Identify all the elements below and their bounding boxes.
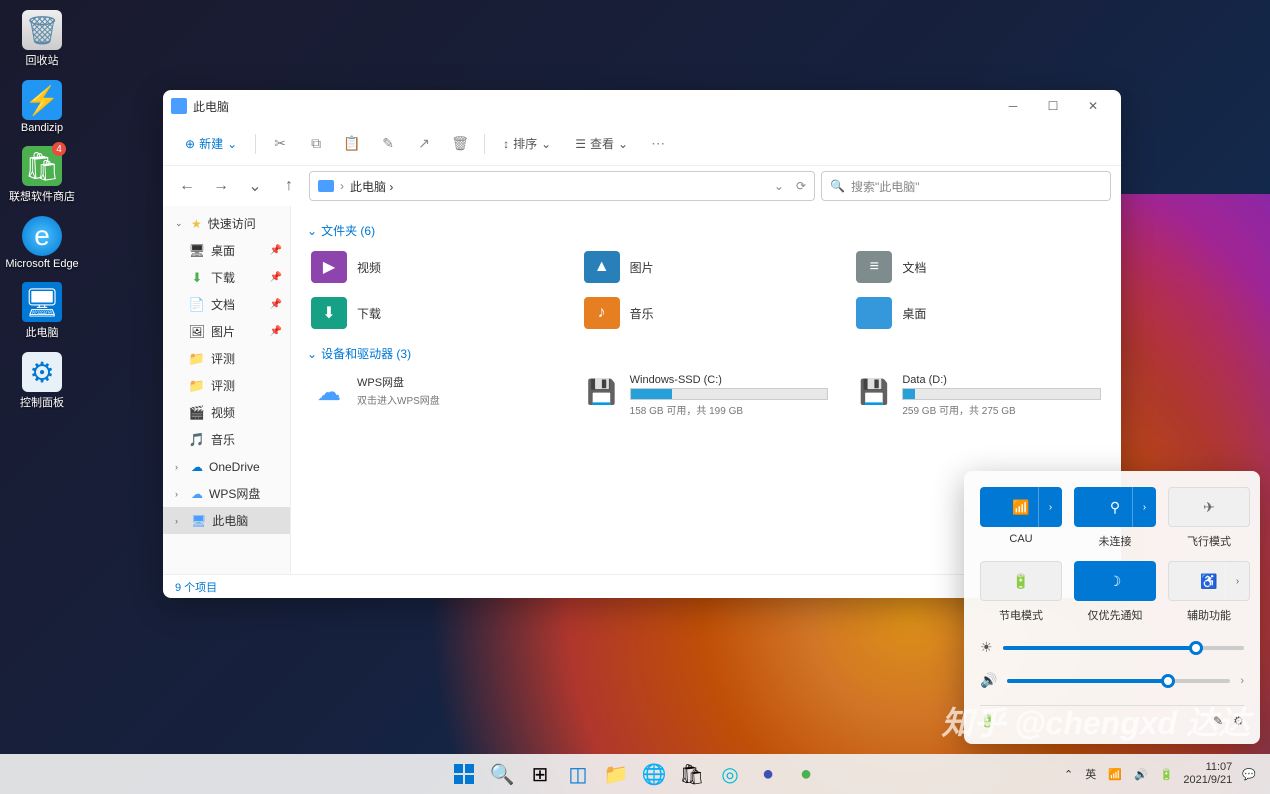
sidebar-wps[interactable]: ›☁WPS网盘 [163, 480, 290, 507]
brightness-slider[interactable]: ☀ [980, 639, 1244, 656]
start-button[interactable] [447, 757, 481, 791]
navbar: ← → ⌄ ↑ › 此电脑 › ⌄ ⟳ 🔍 搜索"此电脑" [163, 166, 1121, 206]
qs-tile-button[interactable]: 🔋 [980, 561, 1062, 601]
drives-section-header[interactable]: ⌄设备和驱动器 (3) [307, 345, 1105, 362]
qs-tile-button[interactable]: ⚲› [1074, 487, 1156, 527]
maximize-button[interactable]: ☐ [1033, 90, 1073, 122]
brightness-icon: ☀ [980, 639, 993, 656]
desktop-icon-control-panel[interactable]: ⚙控制面板 [10, 352, 74, 410]
folder-item[interactable]: ♪音乐 [580, 293, 833, 333]
settings-icon[interactable]: ⚙ [1233, 714, 1244, 728]
sidebar-item[interactable]: 📄文档📌 [163, 291, 290, 318]
toolbar: ⊕ 新建 ⌄ ✂ ⧉ 📋 ✎ ↗ 🗑 ↕ 排序 ⌄ ☰ 查看 ⌄ ⋯ [163, 122, 1121, 166]
back-button[interactable]: ← [173, 172, 201, 200]
sidebar-this-pc[interactable]: ›🖥此电脑 [163, 507, 290, 534]
battery-tray-icon[interactable]: 🔋 [1158, 766, 1176, 783]
store-taskbar-icon[interactable]: 🛍 [675, 757, 709, 791]
task-view-button[interactable]: ⊞ [523, 757, 557, 791]
window-icon [171, 98, 187, 114]
titlebar[interactable]: 此电脑 ─ ☐ ✕ [163, 90, 1121, 122]
folder-item[interactable]: ▲图片 [580, 247, 833, 287]
delete-icon[interactable]: 🗑 [444, 128, 476, 160]
folder-item[interactable]: ⬇下载 [307, 293, 560, 333]
ime-indicator[interactable]: 英 [1083, 764, 1098, 784]
new-button[interactable]: ⊕ 新建 ⌄ [175, 129, 247, 158]
forward-button[interactable]: → [207, 172, 235, 200]
folder-item[interactable]: ≡文档 [852, 247, 1105, 287]
tray-chevron-icon[interactable]: ⌃ [1062, 766, 1075, 783]
copy-icon[interactable]: ⧉ [300, 128, 332, 160]
desktop-icon-edge[interactable]: eMicrosoft Edge [10, 216, 74, 270]
search-button[interactable]: 🔍 [485, 757, 519, 791]
sidebar-item[interactable]: 📁评测 [163, 345, 290, 372]
wifi-tray-icon[interactable]: 📶 [1106, 766, 1124, 783]
sidebar-item[interactable]: 📁评测 [163, 372, 290, 399]
sidebar-item[interactable]: 🎵音乐 [163, 426, 290, 453]
sidebar-item[interactable]: 🖼图片📌 [163, 318, 290, 345]
volume-tray-icon[interactable]: 🔊 [1132, 766, 1150, 783]
folders-section-header[interactable]: ⌄文件夹 (6) [307, 222, 1105, 239]
volume-icon: 🔊 [980, 672, 997, 689]
close-button[interactable]: ✕ [1073, 90, 1113, 122]
app-taskbar-icon[interactable]: ● [751, 757, 785, 791]
sort-button[interactable]: ↕ 排序 ⌄ [493, 129, 561, 158]
more-icon[interactable]: ⋯ [642, 128, 674, 160]
qs-tile-button[interactable]: 📶› [980, 487, 1062, 527]
drive-item[interactable]: ☁WPS网盘双击进入WPS网盘 [307, 370, 560, 421]
rename-icon[interactable]: ✎ [372, 128, 404, 160]
minimize-button[interactable]: ─ [993, 90, 1033, 122]
drive-item[interactable]: 💾Data (D:)259 GB 可用，共 275 GB [852, 370, 1105, 421]
sidebar-quick-access[interactable]: ⌄★快速访问 [163, 210, 290, 237]
search-box[interactable]: 🔍 搜索"此电脑" [821, 171, 1111, 201]
address-bar[interactable]: › 此电脑 › ⌄ ⟳ [309, 171, 815, 201]
qs-tile-button[interactable]: ✈ [1168, 487, 1250, 527]
desktop-icon-recycle-bin[interactable]: 🗑回收站 [10, 10, 74, 68]
sidebar-onedrive[interactable]: ›☁OneDrive [163, 453, 290, 480]
view-button[interactable]: ☰ 查看 ⌄ [565, 129, 638, 158]
volume-slider[interactable]: 🔊 › [980, 672, 1244, 689]
taskbar: 🔍 ⊞ ◫ 📁 🌐 🛍 ◎ ● ● ⌃ 英 📶 🔊 🔋 11:07 2021/9… [0, 754, 1270, 794]
recent-button[interactable]: ⌄ [241, 172, 269, 200]
desktop-icon-this-pc[interactable]: 🖥此电脑 [10, 282, 74, 340]
app-taskbar-icon[interactable]: ◎ [713, 757, 747, 791]
refresh-icon[interactable]: ⟳ [796, 179, 806, 193]
folder-item[interactable]: ▶视频 [307, 247, 560, 287]
clock[interactable]: 11:07 2021/9/21 [1183, 761, 1232, 787]
edit-icon[interactable]: ✎ [1213, 714, 1223, 728]
folder-item[interactable]: 桌面 [852, 293, 1105, 333]
qs-tile-button[interactable]: ♿› [1168, 561, 1250, 601]
edge-taskbar-icon[interactable]: 🌐 [637, 757, 671, 791]
search-icon: 🔍 [830, 179, 845, 193]
up-button[interactable]: ↑ [275, 172, 303, 200]
battery-status[interactable]: 🔋 [980, 714, 995, 728]
desktop-icon-lenovo-store[interactable]: 🛍4联想软件商店 [10, 146, 74, 204]
sidebar-item[interactable]: 🎬视频 [163, 399, 290, 426]
drive-item[interactable]: 💾Windows-SSD (C:)158 GB 可用，共 199 GB [580, 370, 833, 421]
volume-expand-icon[interactable]: › [1240, 675, 1244, 687]
window-title: 此电脑 [193, 98, 229, 115]
explorer-taskbar-icon[interactable]: 📁 [599, 757, 633, 791]
sidebar: ⌄★快速访问 🖥桌面📌 ⬇下载📌 📄文档📌 🖼图片📌 📁评测 📁评测 🎬视频 🎵… [163, 206, 291, 574]
pc-icon [318, 180, 334, 192]
qs-tile-button[interactable]: ☽ [1074, 561, 1156, 601]
share-icon[interactable]: ↗ [408, 128, 440, 160]
app-taskbar-icon[interactable]: ● [789, 757, 823, 791]
sidebar-item[interactable]: 🖥桌面📌 [163, 237, 290, 264]
paste-icon[interactable]: 📋 [336, 128, 368, 160]
notification-tray-icon[interactable]: 💬 [1240, 766, 1258, 783]
quick-settings-panel: 📶›CAU⚲›未连接✈飞行模式🔋节电模式☽仅优先通知♿›辅助功能 ☀ 🔊 › 🔋… [964, 471, 1260, 744]
desktop-icons: 🗑回收站 ⚡Bandizip 🛍4联想软件商店 eMicrosoft Edge … [10, 10, 74, 410]
widgets-button[interactable]: ◫ [561, 757, 595, 791]
cut-icon[interactable]: ✂ [264, 128, 296, 160]
desktop-icon-bandizip[interactable]: ⚡Bandizip [10, 80, 74, 134]
sidebar-item[interactable]: ⬇下载📌 [163, 264, 290, 291]
